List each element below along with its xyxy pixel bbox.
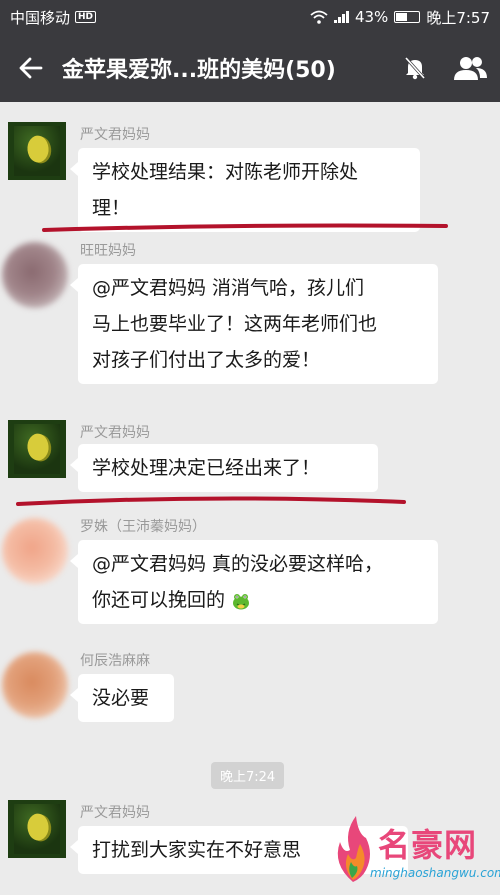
- hd-badge: HD: [75, 11, 97, 23]
- message-bubble[interactable]: 学校处理决定已经出来了！: [70, 444, 378, 492]
- mute-button[interactable]: [390, 34, 440, 102]
- sender-name: 罗姝（王沛蓁妈妈）: [80, 519, 206, 535]
- signal-icon: [333, 11, 349, 23]
- group-members-icon: [454, 57, 487, 80]
- avatar[interactable]: [2, 518, 68, 584]
- status-time: 晚上7:57: [426, 8, 490, 27]
- avatar[interactable]: [2, 242, 68, 308]
- red-underline: [16, 496, 406, 506]
- sender-name: 严文君妈妈: [80, 425, 150, 441]
- red-underline: [42, 223, 448, 232]
- chat-header: 金苹果爱弥...班的美妈(50): [0, 34, 500, 102]
- watermark-logo: 名豪网 minghaoshangwu.com: [330, 812, 500, 895]
- battery-percent: 43%: [354, 8, 389, 26]
- message-text-line: 学校处理决定已经出来了！: [92, 457, 321, 479]
- avatar[interactable]: [8, 122, 66, 180]
- group-members-button[interactable]: [440, 34, 500, 102]
- message-text-line-content: 你还可以挽回的: [92, 589, 226, 611]
- sender-name: 何辰浩麻麻: [80, 653, 150, 669]
- status-right: 43% 晚上7:57: [310, 7, 490, 28]
- message-bubble[interactable]: @严文君妈妈 真的没必要这样哈， 你还可以挽回的: [70, 540, 438, 624]
- status-bar: 中国移动 HD 43% 晚上7:57: [0, 0, 500, 34]
- message-text-line: @严文君妈妈 真的没必要这样哈，: [92, 553, 384, 575]
- chat-title: 金苹果爱弥...班的美妈(50): [62, 58, 336, 83]
- frog-emoji-icon: [233, 593, 250, 609]
- watermark-name: 名豪网: [378, 826, 478, 864]
- message-bubble[interactable]: 没必要: [70, 674, 174, 722]
- mute-bell-icon: [404, 56, 426, 80]
- sender-name: 旺旺妈妈: [80, 243, 136, 259]
- carrier-name: 中国移动: [10, 8, 71, 27]
- message-text-line: 你还可以挽回的: [92, 582, 424, 618]
- message-text-line: 对孩子们付出了太多的爱！: [92, 349, 321, 371]
- sender-name: 严文君妈妈: [80, 127, 150, 143]
- avatar[interactable]: [2, 652, 68, 718]
- chat-area[interactable]: 严文君妈妈 学校处理结果：对陈老师开除处 理！ 旺旺妈妈 @严文君妈妈 消消气哈…: [0, 102, 500, 895]
- message-text-line: 马上也要毕业了！这两年老师们也: [92, 313, 378, 335]
- wifi-icon: [310, 10, 328, 24]
- battery-icon: [394, 11, 421, 23]
- time-divider: 晚上7:24: [211, 762, 285, 789]
- sender-name: 严文君妈妈: [80, 805, 150, 821]
- back-arrow-icon: [19, 57, 43, 79]
- message-text-line: 学校处理结果：对陈老师开除处: [92, 161, 359, 183]
- message-text-line: 没必要: [92, 687, 150, 709]
- back-button[interactable]: [0, 34, 62, 102]
- watermark-url: minghaoshangwu.com: [370, 866, 500, 880]
- avatar[interactable]: [8, 800, 66, 858]
- message-text-line: @严文君妈妈 消消气哈，孩儿们: [92, 277, 365, 299]
- carrier-info: 中国移动 HD: [10, 7, 97, 28]
- avatar[interactable]: [8, 420, 66, 478]
- message-bubble[interactable]: @严文君妈妈 消消气哈，孩儿们 马上也要毕业了！这两年老师们也 对孩子们付出了太…: [70, 264, 438, 384]
